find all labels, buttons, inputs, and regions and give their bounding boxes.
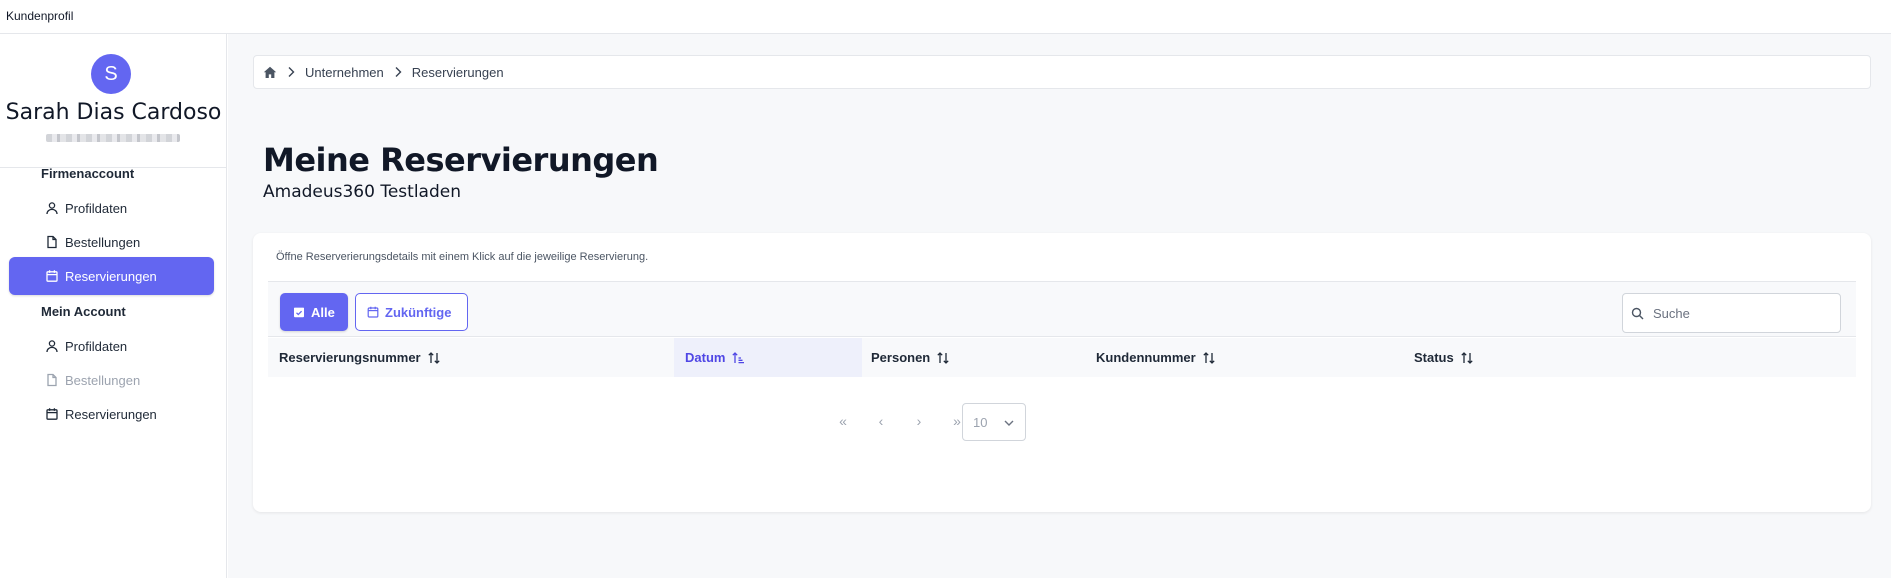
column-header-kundennummer[interactable]: Kundennummer (1087, 338, 1399, 377)
sidebar-item-label: Profildaten (65, 200, 128, 216)
filter-all-button[interactable]: Alle (280, 293, 348, 331)
first-page-button[interactable]: « (834, 413, 852, 429)
sidebar-item-label: Bestellungen (65, 234, 141, 250)
column-header-status[interactable]: Status (1399, 338, 1856, 377)
column-label: Datum (685, 350, 726, 365)
column-label: Personen (871, 350, 931, 365)
reservations-card: Öffne Reserverierungsdetails mit einem K… (253, 233, 1871, 512)
user-name: Sarah Dias Cardoso (5, 100, 222, 125)
search-field[interactable] (1622, 293, 1841, 333)
sort-ascending-icon (731, 351, 745, 365)
sidebar: S Sarah Dias Cardoso Firmenaccount Profi… (0, 34, 227, 578)
column-header-personen[interactable]: Personen (862, 338, 1087, 377)
sidebar-item-label: Profildaten (65, 338, 128, 354)
sidebar-item-firma-bestellungen[interactable]: Bestellungen (9, 223, 214, 261)
page-title: Meine Reservierungen (263, 141, 659, 179)
calendar-icon (367, 306, 379, 318)
document-icon (45, 373, 59, 387)
calendar-icon (45, 407, 59, 421)
calendar-check-icon (293, 306, 305, 318)
sidebar-item-mein-profildaten[interactable]: Profildaten (9, 327, 214, 365)
filter-future-button[interactable]: Zukünftige (355, 293, 468, 331)
sort-icon (1460, 351, 1474, 365)
chevron-right-icon (287, 66, 295, 78)
sidebar-item-firma-profildaten[interactable]: Profildaten (9, 189, 214, 227)
column-header-datum[interactable]: Datum (674, 338, 862, 377)
column-header-reservierungsnummer[interactable]: Reservierungsnummer (268, 338, 674, 377)
card-hint: Öffne Reserverierungsdetails mit einem K… (276, 251, 649, 263)
calendar-icon (45, 269, 59, 283)
sidebar-item-mein-bestellungen[interactable]: Bestellungen (9, 361, 214, 399)
search-icon (1631, 307, 1644, 320)
sort-icon (427, 351, 441, 365)
sidebar-item-mein-reservierungen[interactable]: Reservierungen (9, 395, 214, 433)
sidebar-item-firma-reservierungen[interactable]: Reservierungen (9, 257, 214, 295)
filter-future-label: Zukünftige (385, 304, 452, 320)
chevron-right-icon (394, 66, 402, 78)
rows-per-page-value: 10 (973, 414, 988, 430)
page-subtitle: Amadeus360 Testladen (263, 182, 461, 202)
sidebar-item-label: Reservierungen (65, 406, 157, 422)
breadcrumb-item-reservierungen: Reservierungen (411, 64, 504, 80)
user-email-blurred (46, 134, 180, 142)
table-header: Reservierungsnummer Datum Personen Kunde… (268, 338, 1856, 377)
rows-per-page-select[interactable]: 10 (962, 403, 1026, 441)
table-toolbar: Alle Zukünftige (268, 281, 1856, 337)
sidebar-item-label: Bestellungen (65, 372, 141, 388)
home-icon[interactable] (263, 66, 277, 79)
search-input[interactable] (1653, 305, 1833, 321)
previous-page-button[interactable]: ‹ (872, 413, 890, 429)
user-icon (45, 339, 59, 353)
sidebar-item-label: Reservierungen (65, 268, 157, 284)
next-page-button[interactable]: › (910, 413, 928, 429)
breadcrumb-item-unternehmen[interactable]: Unternehmen (305, 65, 384, 80)
document-icon (45, 235, 59, 249)
section-label-firmenaccount: Firmenaccount (41, 166, 135, 181)
section-label-mein-account: Mein Account (41, 304, 126, 319)
sort-icon (1202, 351, 1216, 365)
main-content: Unternehmen Reservierungen Meine Reservi… (228, 34, 1891, 578)
chevron-down-icon (1003, 417, 1015, 429)
window-titlebar: Kundenprofil (0, 0, 1891, 34)
window-title: Kundenprofil (6, 9, 74, 23)
avatar: S (91, 54, 131, 94)
column-label: Status (1414, 350, 1454, 365)
sort-icon (936, 351, 950, 365)
pagination: « ‹ › » 10 (253, 401, 1871, 441)
filter-all-label: Alle (311, 304, 335, 320)
breadcrumb: Unternehmen Reservierungen (253, 55, 1871, 89)
column-label: Reservierungsnummer (279, 350, 421, 365)
column-label: Kundennummer (1096, 350, 1196, 365)
user-icon (45, 201, 59, 215)
